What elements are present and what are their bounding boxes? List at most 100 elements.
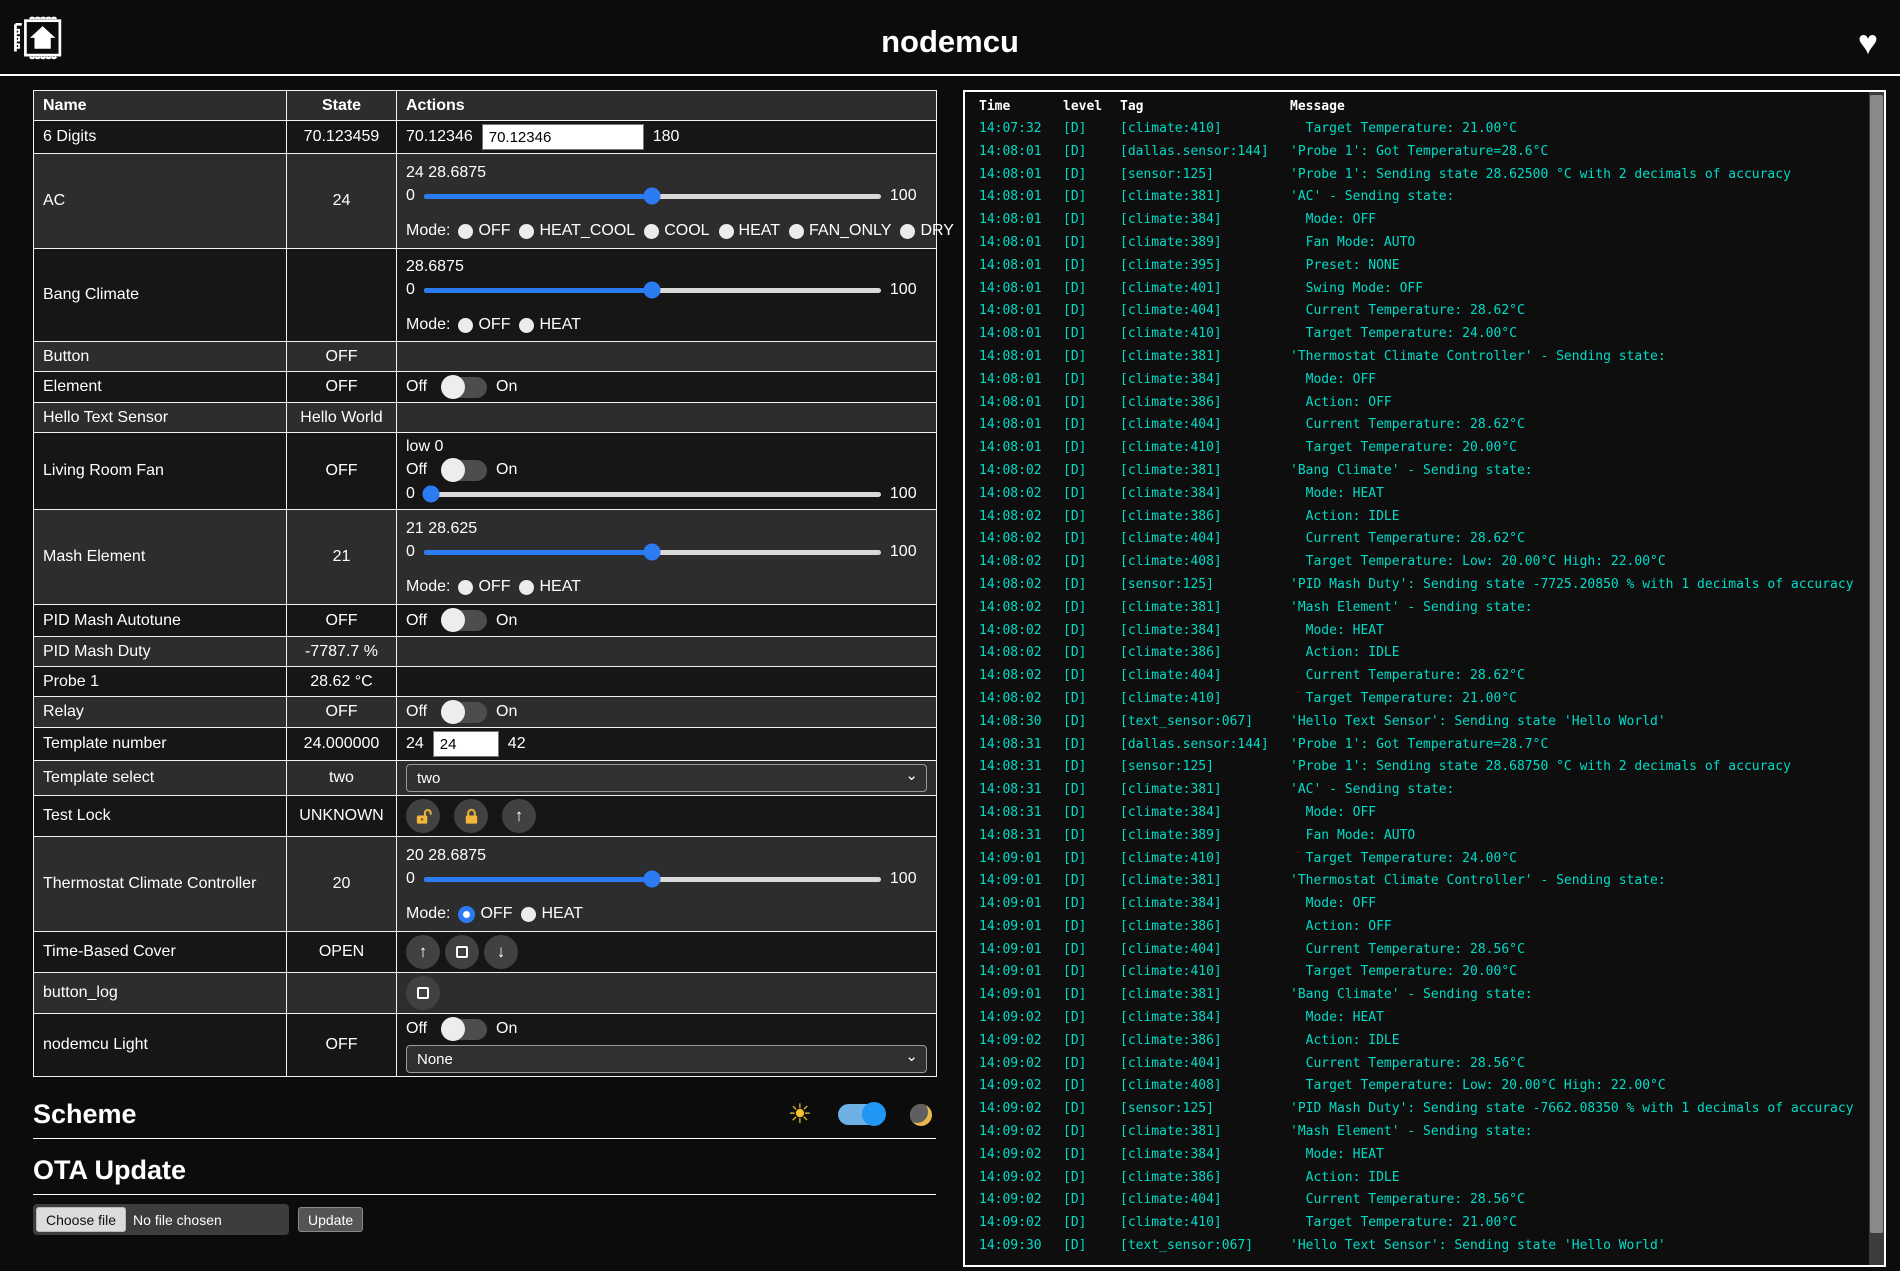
ota-divider — [33, 1194, 936, 1195]
mode-radio-dry[interactable]: DRY — [900, 222, 954, 240]
lock-open-button[interactable]: ↑ — [502, 799, 536, 833]
log-message: Current Temperature: 28.62°C — [1290, 414, 1884, 437]
cover-open-button[interactable]: ↑ — [406, 935, 440, 969]
scheme-toggle[interactable] — [838, 1104, 884, 1125]
entity-name: Living Room Fan — [34, 433, 287, 510]
log-time: 14:09:02 — [979, 1098, 1063, 1121]
log-message: Target Temperature: 21.00°C — [1290, 688, 1884, 711]
log-row: 14:08:01 [D] [climate:381] 'Thermostat C… — [965, 346, 1884, 369]
log-row: 14:08:02 [D] [climate:410] Target Temper… — [965, 688, 1884, 711]
unlock-button[interactable] — [406, 799, 440, 833]
log-tag: [climate:384] — [1120, 369, 1290, 392]
file-input[interactable]: Choose file No file chosen — [33, 1204, 289, 1235]
entity-name: 6 Digits — [34, 121, 287, 154]
log-tag: [climate:381] — [1120, 870, 1290, 893]
log-tag: [climate:384] — [1120, 209, 1290, 232]
log-message: Target Temperature: 20.00°C — [1290, 961, 1884, 984]
choose-file-button[interactable]: Choose file — [36, 1207, 126, 1232]
entity-name: Relay — [34, 697, 287, 728]
log-level: [D] — [1063, 711, 1120, 734]
cover-close-button[interactable]: ↓ — [484, 935, 518, 969]
log-message: Mode: HEAT — [1290, 1007, 1884, 1030]
heart-icon[interactable]: ♥ — [1858, 26, 1878, 60]
log-time: 14:09:02 — [979, 1053, 1063, 1076]
log-scrollbar-thumb[interactable] — [1870, 95, 1883, 1233]
log-tag: [climate:384] — [1120, 1144, 1290, 1167]
entity-name: AC — [34, 154, 287, 249]
fan-speed-slider[interactable] — [424, 492, 881, 497]
log-message: Action: IDLE — [1290, 1167, 1884, 1190]
entity-state: OFF — [287, 697, 397, 728]
radio-icon — [719, 224, 734, 239]
log-row: 14:08:31 [D] [sensor:125] 'Probe 1': Sen… — [965, 756, 1884, 779]
log-row: 14:07:32 [D] [climate:410] Target Temper… — [965, 118, 1884, 141]
toggle-switch[interactable] — [441, 460, 487, 481]
number-input[interactable] — [482, 124, 644, 150]
log-message: Current Temperature: 28.62°C — [1290, 665, 1884, 688]
toggle-switch[interactable] — [441, 1019, 487, 1040]
mode-radio-fan-only[interactable]: FAN_ONLY — [789, 222, 891, 240]
update-button[interactable]: Update — [298, 1207, 363, 1232]
mode-radio-heat-cool[interactable]: HEAT_COOL — [519, 222, 635, 240]
log-tag: [climate:384] — [1120, 1007, 1290, 1030]
log-tag: [climate:381] — [1120, 597, 1290, 620]
log-tag: [climate:381] — [1120, 460, 1290, 483]
mode-radio-off[interactable]: OFF — [458, 578, 510, 596]
mode-radio-cool[interactable]: COOL — [644, 222, 709, 240]
toggle-switch[interactable] — [441, 702, 487, 723]
entity-state: OFF — [287, 433, 397, 510]
log-message: 'Probe 1': Got Temperature=28.6°C — [1290, 141, 1884, 164]
cover-stop-button[interactable] — [445, 935, 479, 969]
log-level: [D] — [1063, 1144, 1120, 1167]
log-time: 14:08:02 — [979, 665, 1063, 688]
entity-state — [287, 249, 397, 342]
log-level: [D] — [1063, 642, 1120, 665]
log-time: 14:08:02 — [979, 620, 1063, 643]
mode-radio-off[interactable]: OFF — [458, 316, 510, 334]
table-row: Bang Climate 28.6875 0 100 Mode: OFF HEA… — [34, 249, 937, 342]
lock-button[interactable] — [454, 799, 488, 833]
entity-state: OFF — [287, 342, 397, 372]
entity-state: OFF — [287, 372, 397, 403]
table-row: Hello Text Sensor Hello World — [34, 403, 937, 433]
light-effect-dropdown[interactable]: None ⌄ — [406, 1045, 927, 1073]
entity-name: Hello Text Sensor — [34, 403, 287, 433]
log-row: 14:09:02 [D] [climate:384] Mode: HEAT — [965, 1007, 1884, 1030]
log-level: [D] — [1063, 1053, 1120, 1076]
toggle-switch[interactable] — [441, 377, 487, 398]
log-level: [D] — [1063, 437, 1120, 460]
mode-radio-heat[interactable]: HEAT — [519, 578, 580, 596]
toggle-switch[interactable] — [441, 610, 487, 631]
temperature-slider[interactable] — [424, 194, 881, 199]
log-row: 14:09:01 [D] [climate:384] Mode: OFF — [965, 893, 1884, 916]
entity-name: Element — [34, 372, 287, 403]
log-time: 14:08:31 — [979, 734, 1063, 757]
log-scrollbar[interactable] — [1869, 92, 1884, 1265]
log-level: [D] — [1063, 848, 1120, 871]
template-select-dropdown[interactable]: two ⌄ — [406, 764, 927, 792]
mode-radio-off-selected[interactable]: OFF — [458, 905, 512, 923]
log-time: 14:08:01 — [979, 232, 1063, 255]
log-level: [D] — [1063, 323, 1120, 346]
log-level: [D] — [1063, 1189, 1120, 1212]
log-level: [D] — [1063, 1007, 1120, 1030]
entity-state: 24 — [287, 154, 397, 249]
mode-radio-heat[interactable]: HEAT — [521, 905, 582, 923]
press-button[interactable] — [406, 976, 440, 1010]
mode-radio-off[interactable]: OFF — [458, 222, 510, 240]
log-message: Action: IDLE — [1290, 506, 1884, 529]
mode-radio-heat[interactable]: HEAT — [519, 316, 580, 334]
mode-radio-heat[interactable]: HEAT — [719, 222, 780, 240]
number-input[interactable] — [433, 731, 499, 757]
radio-icon — [519, 580, 534, 595]
temperature-slider[interactable] — [424, 877, 881, 882]
log-message: 'Bang Climate' - Sending state: — [1290, 460, 1884, 483]
log-tag: [climate:381] — [1120, 186, 1290, 209]
temperature-slider[interactable] — [424, 550, 881, 555]
temperature-slider[interactable] — [424, 288, 881, 293]
log-tag: [climate:386] — [1120, 1030, 1290, 1053]
log-message: 'Probe 1': Sending state 28.62500 °C wit… — [1290, 164, 1884, 187]
log-time: 14:08:01 — [979, 186, 1063, 209]
log-time: 14:08:02 — [979, 506, 1063, 529]
log-time: 14:09:02 — [979, 1212, 1063, 1235]
